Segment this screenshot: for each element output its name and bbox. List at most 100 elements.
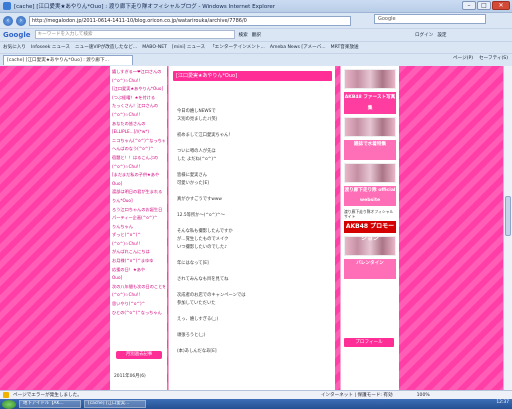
article-line: 初めまして江口愛実ちゃん！	[177, 133, 233, 138]
favorites-button[interactable]: お気に入り	[3, 44, 26, 50]
tab-row: [cache] [江口愛実★あやりん*Ouo] : 渡り廊下...	[0, 53, 512, 65]
recent-comment[interactable]: へんばのなう(^o^)^	[112, 145, 165, 154]
article-line: 可愛いかった[E]	[177, 181, 209, 186]
recent-comment[interactable]: (^o^)☆Chu!!	[112, 291, 165, 300]
favorite-link[interactable]: MRT音楽放送	[331, 44, 359, 50]
recent-comment[interactable]: 応援の日！★あや	[112, 266, 165, 275]
article-line	[177, 324, 297, 332]
google-settings-button[interactable]: 設定	[437, 32, 446, 38]
recent-comment[interactable]: 宿題と！！はるこんぶの	[112, 154, 165, 163]
recent-comment[interactable]: (^o^)☆Chu!!	[112, 163, 165, 172]
recent-comment[interactable]: ずっと(^o^)^	[112, 231, 165, 240]
recent-comment[interactable]: [まだまだ私の子供★あや	[112, 171, 165, 180]
recent-comment[interactable]: たっくさん！江口さんの	[112, 102, 165, 111]
photo-banner[interactable]	[344, 69, 396, 89]
scrollbar-thumb[interactable]	[505, 196, 511, 236]
google-toolbar: Google キーワードを入力して検索 検索 翻訳 ログイン 設定	[0, 28, 512, 40]
forward-button[interactable]: ›	[16, 15, 26, 26]
favorite-link[interactable]: Infoseek ニュース	[31, 44, 70, 50]
valentine-banner[interactable]: バレンタイン	[344, 259, 396, 279]
main-article: [江口愛実★あやりん*Ouo] 今日の嬉しNEWSで ス別の見ました♪(笑) 初…	[168, 66, 335, 390]
archive-date-link[interactable]: 2011年06月(6)	[114, 373, 146, 379]
recent-comment[interactable]: (^o^)☆Chu!!	[112, 240, 165, 249]
recent-comment[interactable]: パーティー企画(^o^)^	[112, 214, 165, 223]
recent-comment[interactable]: [江口愛実★あやりん*Ouo]	[112, 85, 165, 94]
article-line	[177, 188, 297, 196]
article-line: 今日の嬉しNEWSで	[177, 109, 216, 114]
akb48-banner[interactable]: AKB48 プロモーション	[344, 221, 396, 242]
recent-comment[interactable]: お月様(^o^)^まゆゆ	[112, 257, 165, 266]
taskbar-item[interactable]: [cache] [江口愛実...	[84, 400, 146, 408]
recent-comment[interactable]: りんちゃん	[112, 223, 165, 232]
back-button[interactable]: ‹	[3, 15, 13, 26]
taskbar-item[interactable]: 地下アイドル【AK...	[19, 400, 81, 408]
search-box[interactable]: Google	[374, 14, 486, 24]
recent-comment[interactable]: 嬉しすぎる〜❤江口さんの	[112, 68, 165, 77]
profile-header[interactable]: プロフィール	[344, 338, 394, 347]
favorite-link[interactable]: [mini] ニュース	[172, 44, 205, 50]
page-content: 嬉しすぎる〜❤江口さんの (^o^)☆Chu!! [江口愛実★あやりん*Ouo]…	[0, 66, 512, 390]
favorites-bar: お気に入り Infoseek ニュース ニュー速VIPが改造したなど... MA…	[0, 41, 512, 52]
article-line	[177, 284, 297, 292]
command-bar: ページ(P) セーフティ(S)	[453, 55, 508, 61]
article-line: 参加していただいた	[177, 301, 216, 306]
article-line: 年にはなって[E]	[177, 261, 209, 266]
google-logo: Google	[3, 30, 31, 39]
tab-active[interactable]: [cache] [江口愛実★あやりん*Ouo] : 渡り廊下...	[3, 54, 133, 65]
browser-window: [cache] [江口愛実★あやりん*Ouo] : 渡り廊下走り隊オフィシャルブ…	[0, 0, 512, 409]
favorite-link[interactable]: MABO-NET	[142, 45, 167, 50]
close-button[interactable]: ✕	[492, 1, 510, 10]
recent-comment[interactable]: がんばれこんにちは	[112, 248, 165, 257]
maximize-button[interactable]: □	[477, 1, 491, 10]
official-site-banner[interactable]: 渡り廊下走り隊 official website	[344, 186, 396, 206]
minimize-button[interactable]: –	[462, 1, 476, 10]
photobook-banner[interactable]: AKB48 ファースト写真集	[344, 92, 396, 114]
article-line: いつ撮影したいのでした♪	[177, 245, 228, 250]
vertical-scrollbar[interactable]	[503, 66, 512, 390]
ie-icon	[3, 2, 11, 10]
google-translate-button[interactable]: 翻訳	[252, 32, 261, 38]
favorite-link[interactable]: ニュー速VIPが改造したなど...	[75, 44, 137, 50]
recent-comment[interactable]: ひとの(^o^)^なっちゃん	[112, 309, 165, 318]
zoom-level[interactable]: 100%	[417, 393, 430, 398]
photo-banner[interactable]	[344, 117, 396, 137]
article-line: 次成者のお店でのキャンペーンでは	[177, 293, 246, 298]
recent-comment[interactable]: 渡部は明日の君が生まれる	[112, 188, 165, 197]
taskbar: 地下アイドル【AK... [cache] [江口愛実...	[0, 399, 512, 409]
article-line	[177, 308, 297, 316]
recent-comment[interactable]: あなたの皆さんの	[112, 120, 165, 129]
photo-banner[interactable]	[344, 163, 396, 183]
article-line: (本)あしんだなあ[E]	[177, 349, 217, 354]
recent-comment[interactable]: 思いやり(^o^)^	[112, 300, 165, 309]
favorite-link[interactable]: Ameba News [アメーバ...	[270, 44, 326, 50]
google-login-button[interactable]: ログイン	[415, 32, 433, 38]
warning-icon[interactable]	[3, 392, 9, 398]
magazine-banner[interactable]: 雑誌で水着特集	[344, 140, 396, 160]
start-button[interactable]	[2, 399, 16, 409]
page-menu[interactable]: ページ(P)	[453, 55, 473, 61]
status-bar: ページでエラーが発生しました。 インターネット | 保護モード: 有効 100%	[0, 390, 512, 399]
article-body: 今日の嬉しNEWSで ス別の見ました♪(笑) 初めまして江口愛実ちゃん！ ついに…	[177, 108, 297, 356]
window-controls: – □ ✕	[462, 1, 510, 10]
article-line	[177, 268, 297, 276]
recent-comment[interactable]: (つぶ経曜！★を付ける	[112, 94, 165, 103]
recent-comment[interactable]: [ELLIPLE...]//(*w*)	[112, 128, 165, 137]
clock: 12:37	[496, 400, 509, 405]
recent-comment[interactable]: (^o^)☆Chu!!	[112, 111, 165, 120]
recent-comment[interactable]: (^o^)☆Chu!!	[112, 77, 165, 86]
title-bar: [cache] [江口愛実★あやりん*Ouo] : 渡り廊下走り隊オフィシャルブ…	[0, 0, 512, 13]
recent-comment[interactable]: ろう江口ちゃんのお誕生日	[112, 206, 165, 215]
favorite-link[interactable]: 「エンターテインメント...	[210, 44, 265, 50]
monthly-archive-button[interactable]: 月別過去記事	[116, 351, 162, 359]
official-site-link[interactable]: 渡り廊下走り隊オフィシャルサイト	[344, 209, 396, 219]
error-message[interactable]: ページでエラーが発生しました。	[13, 392, 82, 398]
google-search-input[interactable]: キーワードを入力して検索	[34, 30, 235, 39]
recent-comment[interactable]: 次の八年間も次の日のことを	[112, 283, 165, 292]
recent-comment[interactable]: Ouo]	[112, 274, 165, 283]
google-search-button[interactable]: 検索	[239, 32, 248, 38]
recent-comment[interactable]: りん*Ouo]	[112, 197, 165, 206]
url-input[interactable]: http://megalodon.jp/2011-0614-1411-10/bl…	[29, 15, 351, 26]
recent-comment[interactable]: Ouo]	[112, 180, 165, 189]
recent-comment[interactable]: ニコちゃん(^o^)^なっちゃ	[112, 137, 165, 146]
safety-menu[interactable]: セーフティ(S)	[479, 55, 508, 61]
